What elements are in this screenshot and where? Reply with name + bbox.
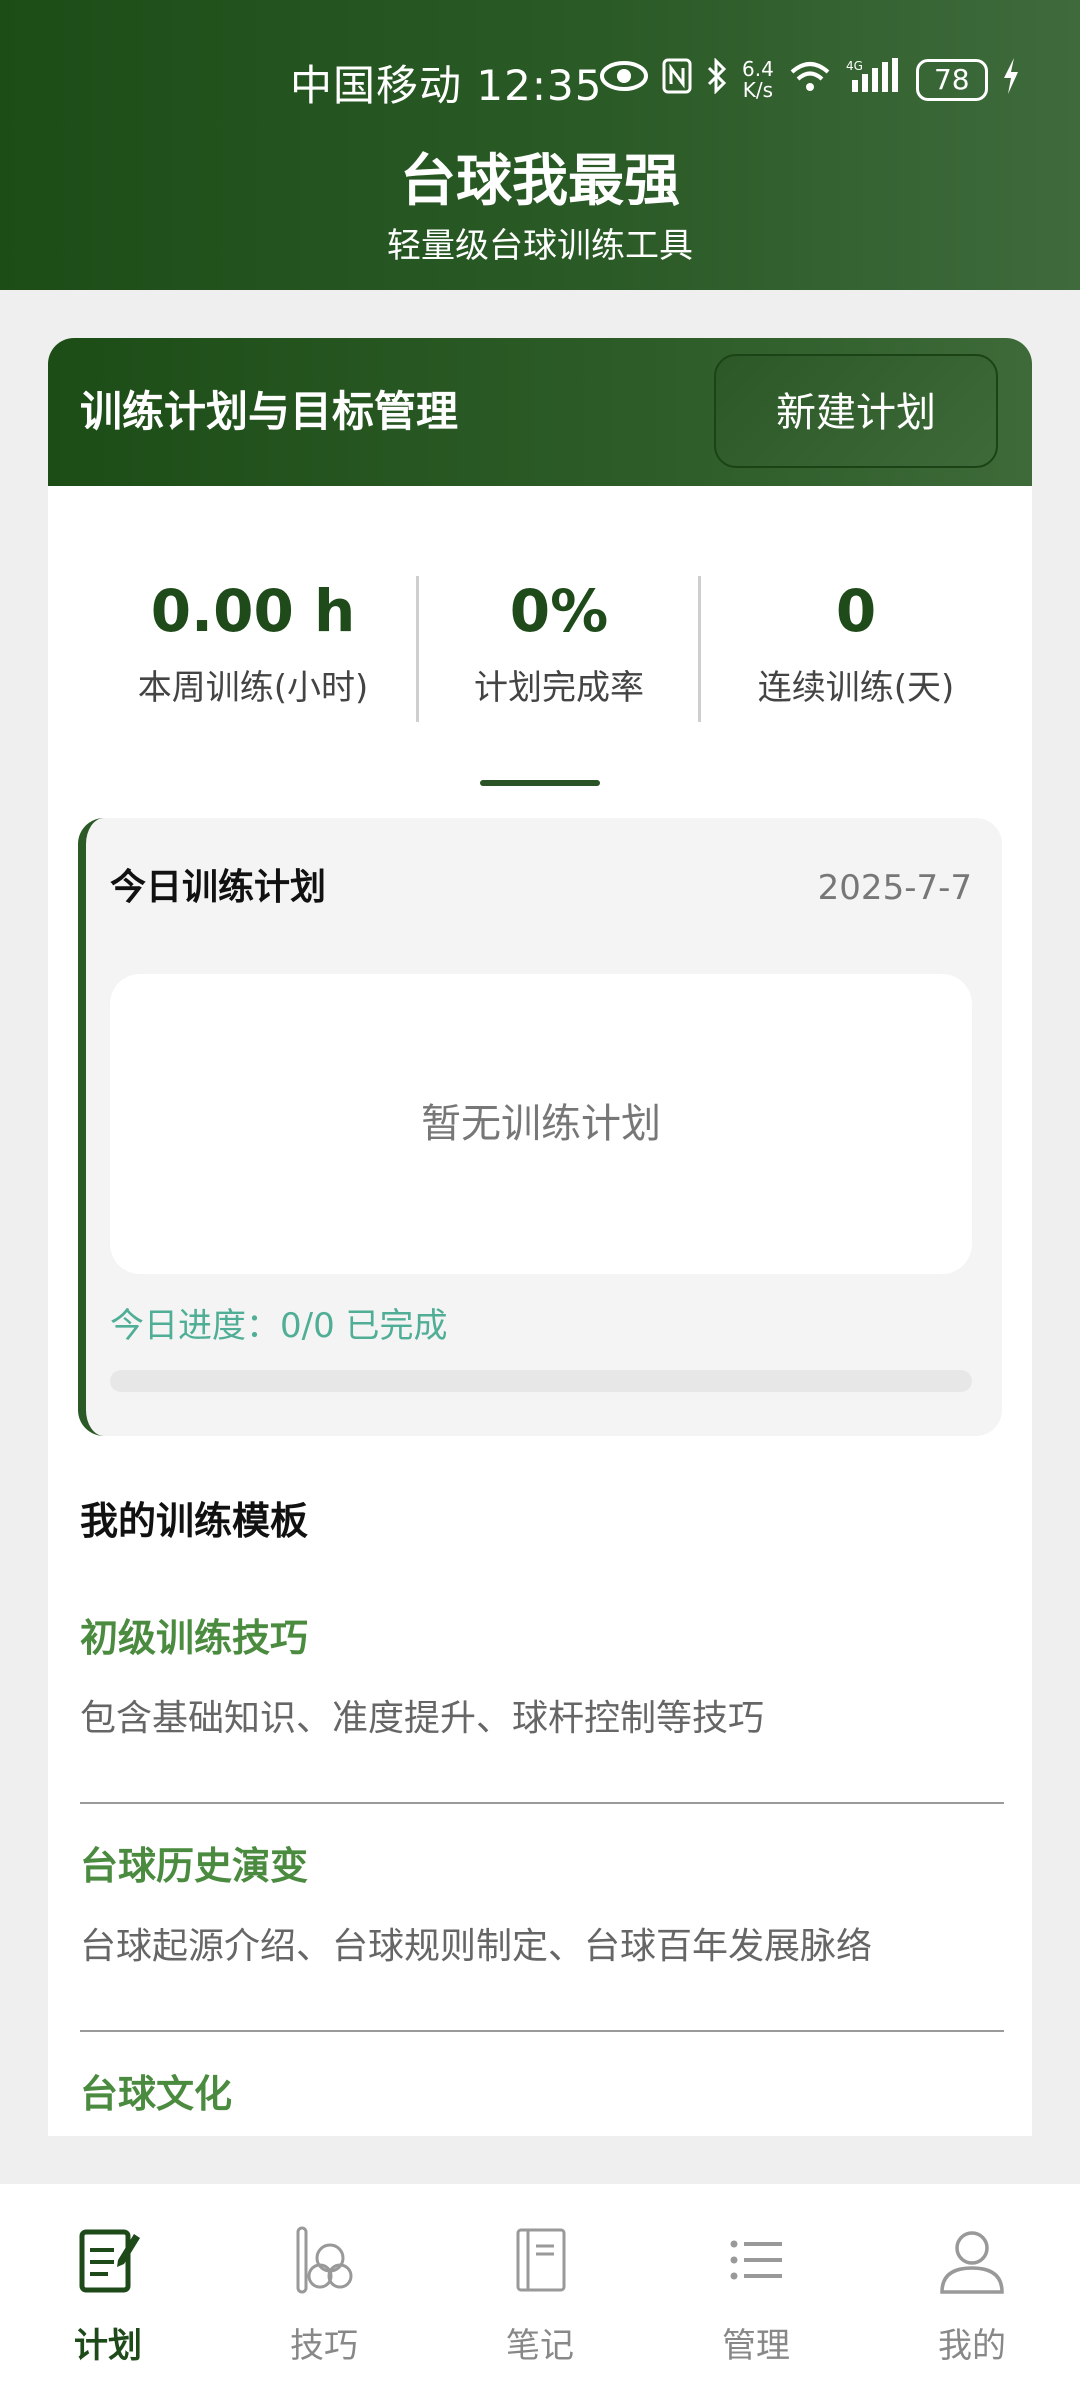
nav-label: 我的 xyxy=(938,2326,1006,2366)
status-icons: 6.4 K/s 4G 78 xyxy=(600,54,1020,106)
empty-plan-text: 暂无训练计划 xyxy=(421,1101,661,1147)
battery-level: 78 xyxy=(915,59,988,101)
nfc-icon xyxy=(662,58,692,103)
training-plan-card: 训练计划与目标管理 新建计划 0.00 h 本周训练(小时) 0% 计划完成率 … xyxy=(48,338,1032,2136)
stat-value: 0 xyxy=(835,577,877,645)
stat-value: 0% xyxy=(509,577,609,645)
cue-balls-icon xyxy=(296,2226,353,2294)
stat-weekly-hours: 0.00 h 本周训练(小时) xyxy=(88,576,418,726)
app-subtitle: 轻量级台球训练工具 xyxy=(387,226,693,266)
nav-item-plan[interactable]: 计划 xyxy=(0,2184,216,2400)
template-item[interactable]: 初级训练技巧 包含基础知识、准度提升、球杆控制等技巧 xyxy=(80,1578,1004,1804)
charging-icon xyxy=(1002,57,1020,103)
app-title: 台球我最强 xyxy=(400,149,680,214)
nav-item-profile[interactable]: 我的 xyxy=(864,2184,1080,2400)
stat-divider xyxy=(416,576,419,722)
plan-icon xyxy=(79,2229,140,2293)
net-speed: 6.4 K/s xyxy=(742,59,774,101)
net-speed-value: 6.4 xyxy=(742,57,774,81)
stat-label: 本周训练(小时) xyxy=(137,668,369,708)
template-description: 台球起源介绍、台球规则制定、台球百年发展脉络 xyxy=(80,1926,873,1967)
stat-streak-days: 0 连续训练(天) xyxy=(700,576,1012,726)
status-carrier-time: 中国移动 12:35 xyxy=(290,52,602,113)
carrier-name: 中国移动 xyxy=(290,61,463,110)
template-item[interactable]: 台球文化 xyxy=(80,2034,1004,2136)
profile-icon xyxy=(940,2231,1004,2294)
stat-label: 连续训练(天) xyxy=(757,668,955,708)
wifi-icon xyxy=(788,58,832,103)
nav-item-notes[interactable]: 笔记 xyxy=(432,2184,648,2400)
empty-plan-box: 暂无训练计划 xyxy=(110,974,972,1274)
template-item[interactable]: 台球历史演变 台球起源介绍、台球规则制定、台球百年发展脉络 xyxy=(80,1806,1004,2032)
stat-completion-rate: 0% 计划完成率 xyxy=(418,576,700,726)
nav-item-skills[interactable]: 技巧 xyxy=(216,2184,432,2400)
template-name: 初级训练技巧 xyxy=(80,1616,309,1660)
card-title: 训练计划与目标管理 xyxy=(80,387,459,436)
list-icon xyxy=(730,2240,782,2280)
templates-title: 我的训练模板 xyxy=(80,1499,309,1543)
stat-divider xyxy=(698,576,701,722)
card-header: 训练计划与目标管理 新建计划 xyxy=(48,338,1032,486)
notebook-icon xyxy=(516,2228,566,2292)
nav-label: 计划 xyxy=(74,2326,142,2366)
nav-label: 管理 xyxy=(722,2326,790,2366)
net-speed-unit: K/s xyxy=(742,78,774,102)
today-progress-label: 今日进度：0/0 已完成 xyxy=(110,1306,448,1346)
template-name: 台球文化 xyxy=(80,2072,233,2116)
app-header: 中国移动 12:35 6.4 K/s 4G 78 台球我最强 轻量级台球训练工具 xyxy=(0,0,1080,290)
nav-label: 笔记 xyxy=(506,2326,574,2366)
stats-row: 0.00 h 本周训练(小时) 0% 计划完成率 0 连续训练(天) xyxy=(48,576,1032,726)
status-bar: 中国移动 12:35 6.4 K/s 4G 78 xyxy=(0,48,1080,110)
clock: 12:35 xyxy=(476,61,603,110)
today-plan-date: 2025-7-7 xyxy=(817,868,972,908)
bluetooth-icon xyxy=(706,56,728,103)
page-indicator xyxy=(480,780,600,786)
new-plan-button[interactable]: 新建计划 xyxy=(714,354,998,468)
stat-value: 0.00 h xyxy=(150,577,356,645)
nav-item-manage[interactable]: 管理 xyxy=(648,2184,864,2400)
today-plan-title: 今日训练计划 xyxy=(110,867,327,908)
bottom-nav: 计划 技巧 笔记 管理 我的 xyxy=(0,2184,1080,2400)
eye-icon xyxy=(600,60,648,101)
nav-label: 技巧 xyxy=(290,2326,358,2366)
stat-label: 计划完成率 xyxy=(474,668,644,708)
today-plan-panel: 今日训练计划 2025-7-7 暂无训练计划 今日进度：0/0 已完成 xyxy=(78,818,1002,1436)
template-description: 包含基础知识、准度提升、球杆控制等技巧 xyxy=(80,1698,765,1739)
cellular-signal-icon: 4G xyxy=(846,57,902,103)
today-progress-bar xyxy=(110,1370,972,1392)
template-name: 台球历史演变 xyxy=(80,1844,309,1888)
svg-text:4G: 4G xyxy=(846,59,863,73)
